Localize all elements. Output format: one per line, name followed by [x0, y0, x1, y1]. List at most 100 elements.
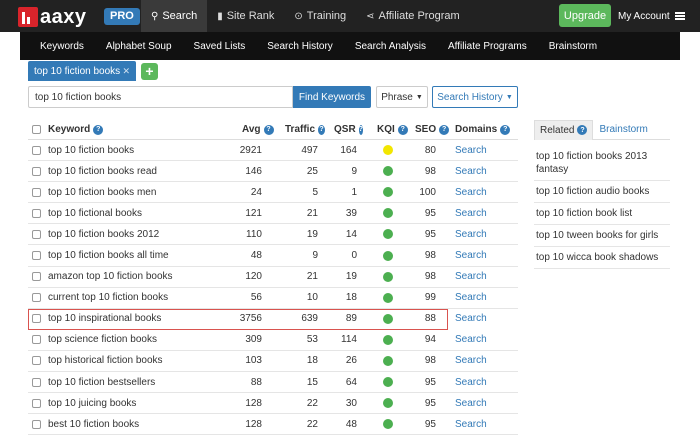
row-checkbox[interactable] — [32, 245, 41, 265]
domains-search-link[interactable]: Search — [455, 372, 487, 392]
help-icon[interactable]: ? — [263, 124, 274, 135]
pro-badge: PRO — [104, 8, 140, 25]
row-checkbox[interactable] — [32, 414, 41, 434]
column-kqi[interactable]: KQI? — [377, 120, 408, 139]
column-avg[interactable]: Avg? — [242, 120, 280, 139]
subnav-saved-lists[interactable]: Saved Lists — [183, 41, 257, 52]
nav-affiliate-program[interactable]: ⋖ Affiliate Program — [356, 0, 470, 32]
subnav-alphabet-soup[interactable]: Alphabet Soup — [95, 41, 183, 52]
keyword-cell[interactable]: top 10 fiction bestsellers — [48, 372, 155, 392]
subnav-search-history[interactable]: Search History — [256, 41, 344, 52]
domains-search-link[interactable]: Search — [455, 351, 487, 371]
domains-search-link[interactable]: Search — [455, 393, 487, 413]
row-checkbox[interactable] — [32, 372, 41, 392]
keyword-cell[interactable]: top 10 fiction books — [48, 140, 134, 160]
related-keyword-item[interactable]: top 10 fiction book list — [534, 203, 670, 225]
column-domains[interactable]: Domains? — [455, 120, 511, 139]
add-tab-button[interactable]: + — [141, 62, 158, 80]
row-checkbox[interactable] — [32, 182, 41, 202]
row-checkbox[interactable] — [32, 288, 41, 308]
keyword-cell[interactable]: top 10 fiction books read — [48, 161, 157, 181]
column-keyword[interactable]: Keyword? — [48, 120, 104, 139]
upgrade-button[interactable]: Upgrade — [559, 4, 611, 27]
keyword-cell[interactable]: top 10 juicing books — [48, 393, 136, 413]
row-checkbox[interactable] — [32, 351, 41, 371]
phrase-dropdown[interactable]: Phrase ▼ — [376, 86, 428, 108]
related-keyword-item[interactable]: top 10 wicca book shadows — [534, 247, 670, 269]
tab-related[interactable]: Related? — [534, 119, 594, 140]
keyword-cell[interactable]: top historical fiction books — [48, 351, 163, 371]
avg-cell: 120 — [245, 271, 262, 283]
keyword-cell[interactable]: top 10 fiction books all time — [48, 245, 169, 265]
seo-cell: 88 — [424, 313, 436, 325]
row-checkbox[interactable] — [32, 393, 41, 413]
help-icon[interactable]: ? — [439, 124, 450, 135]
tab-brainstorm[interactable]: Brainstorm — [593, 124, 653, 135]
qsr-cell: 64 — [345, 376, 357, 388]
keyword-cell[interactable]: top science fiction books — [48, 330, 157, 350]
seo-cell: 98 — [424, 271, 436, 283]
domains-search-link[interactable]: Search — [455, 330, 487, 350]
related-keyword-item[interactable]: top 10 fiction audio books — [534, 181, 670, 203]
qsr-cell: 39 — [345, 207, 357, 219]
my-account-menu[interactable]: My Account — [618, 0, 685, 32]
subnav-affiliate-programs[interactable]: Affiliate Programs — [437, 41, 538, 52]
keyword-tab[interactable]: top 10 fiction books ✕ — [28, 61, 136, 81]
column-seo[interactable]: SEO? — [415, 120, 450, 139]
keyword-cell[interactable]: top 10 fiction books men — [48, 182, 156, 202]
find-keywords-button[interactable]: Find Keywords — [293, 86, 371, 108]
table-row: top 10 juicing books 128 22 30 95 Search — [28, 393, 518, 415]
keyword-cell[interactable]: best 10 fiction books — [48, 414, 139, 434]
subnav-keywords[interactable]: Keywords — [20, 41, 95, 52]
related-keyword-item[interactable]: top 10 tween books for girls — [534, 225, 670, 247]
qsr-cell: 48 — [345, 418, 357, 430]
help-icon[interactable]: ? — [500, 124, 511, 135]
help-icon[interactable]: ? — [318, 124, 325, 135]
domains-search-link[interactable]: Search — [455, 309, 487, 329]
domains-search-link[interactable]: Search — [455, 288, 487, 308]
domains-search-link[interactable]: Search — [455, 224, 487, 244]
search-history-dropdown[interactable]: Search History ▼ — [432, 86, 518, 108]
domains-search-link[interactable]: Search — [455, 203, 487, 223]
table-row: top 10 fiction books all time 48 9 0 98 Searc… — [28, 245, 518, 267]
keyword-cell[interactable]: amazon top 10 fiction books — [48, 267, 173, 287]
close-icon[interactable]: ✕ — [122, 66, 130, 77]
traffic-cell: 10 — [306, 292, 318, 304]
domains-search-link[interactable]: Search — [455, 414, 487, 434]
column-qsr[interactable]: QSR? — [334, 120, 363, 139]
keyword-cell[interactable]: top 10 inspirational books — [48, 309, 161, 329]
help-icon[interactable]: ? — [397, 124, 408, 135]
keyword-cell[interactable]: top 10 fictional books — [48, 203, 142, 223]
kqi-dot-icon — [383, 145, 393, 156]
row-checkbox[interactable] — [32, 203, 41, 223]
row-checkbox[interactable] — [32, 224, 41, 244]
domains-search-link[interactable]: Search — [455, 140, 487, 160]
domains-search-link[interactable]: Search — [455, 182, 487, 202]
table-row: top 10 fiction books 2921 497 164 80 Search — [28, 140, 518, 162]
keyword-cell[interactable]: top 10 fiction books 2012 — [48, 224, 159, 244]
logo[interactable]: aaxy — [18, 6, 87, 28]
row-checkbox[interactable] — [32, 267, 41, 287]
help-icon[interactable]: ? — [358, 124, 363, 135]
help-icon[interactable]: ? — [93, 124, 104, 135]
kqi-dot-icon — [383, 208, 393, 219]
search-input[interactable] — [28, 86, 293, 108]
nav-training[interactable]: ⊙ Training — [284, 0, 356, 32]
domains-search-link[interactable]: Search — [455, 161, 487, 181]
subnav-search-analysis[interactable]: Search Analysis — [344, 41, 437, 52]
row-checkbox[interactable] — [32, 140, 41, 160]
nav-site-rank[interactable]: ▮ Site Rank — [207, 0, 284, 32]
kqi-dot-icon — [383, 229, 393, 240]
row-checkbox[interactable] — [32, 309, 41, 329]
nav-search[interactable]: ⚲ Search — [141, 0, 208, 32]
row-checkbox[interactable] — [32, 330, 41, 350]
subnav-brainstorm[interactable]: Brainstorm — [538, 41, 608, 52]
related-keyword-item[interactable]: top 10 fiction books 2013 fantasy — [534, 140, 670, 181]
keyword-cell[interactable]: current top 10 fiction books — [48, 288, 168, 308]
select-all-checkbox[interactable] — [32, 120, 41, 139]
column-traffic[interactable]: Traffic? — [285, 120, 325, 139]
domains-search-link[interactable]: Search — [455, 245, 487, 265]
help-icon[interactable]: ? — [577, 125, 588, 135]
row-checkbox[interactable] — [32, 161, 41, 181]
domains-search-link[interactable]: Search — [455, 267, 487, 287]
